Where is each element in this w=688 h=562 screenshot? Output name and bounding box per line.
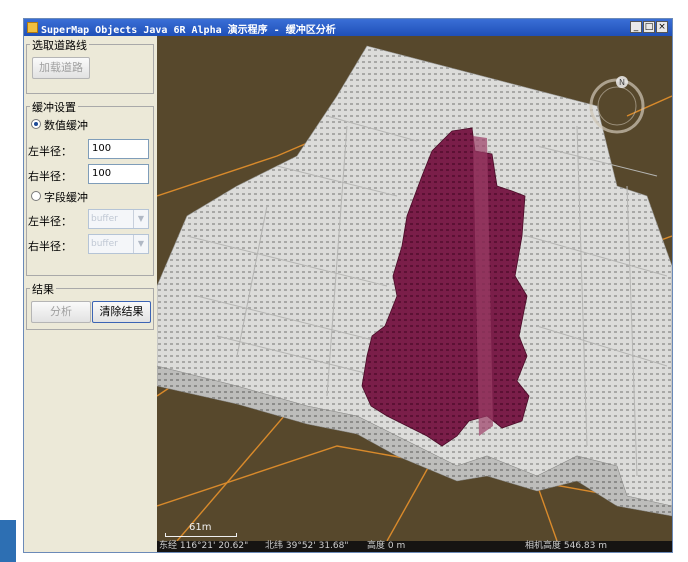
scale-bar: 61m	[165, 522, 237, 537]
camera-height-readout: 相机高度 546.83 m	[525, 541, 607, 551]
clear-results-button[interactable]: 清除结果	[92, 301, 151, 323]
field-left-radius-label: 左半径：	[28, 215, 72, 228]
field-buffer-radio[interactable]	[31, 191, 41, 201]
chevron-down-icon[interactable]: ▼	[133, 235, 148, 253]
field-right-radius-label: 右半径：	[28, 240, 72, 253]
field-right-radius-select[interactable]: buffer ▼	[88, 234, 149, 254]
compass-letter: N	[619, 78, 625, 87]
right-radius-input[interactable]: 100	[88, 164, 149, 184]
right-radius-label: 右半径：	[28, 170, 72, 183]
chevron-down-icon[interactable]: ▼	[133, 210, 148, 228]
left-radius-input[interactable]: 100	[88, 139, 149, 159]
left-radius-label: 左半径：	[28, 145, 72, 158]
scale-label: 61m	[189, 522, 212, 533]
taskbar-edge	[0, 520, 16, 562]
scale-bar-line	[165, 533, 237, 537]
numeric-buffer-radio[interactable]	[31, 119, 41, 129]
app-icon	[27, 22, 38, 33]
analyze-button[interactable]: 分析	[31, 301, 91, 323]
control-panel: 选取道路线 加载道路 缓冲设置 数值缓冲 左半径： 100 右半径： 100 字…	[24, 36, 156, 552]
longitude-readout: 东经 116°21' 20.62"	[159, 541, 249, 551]
result-group: 结果 分析 清除结果	[26, 281, 154, 330]
window-title: SuperMap Objects Java 6R Alpha 演示程序 - 缓冲…	[41, 25, 336, 36]
buffer-group-title: 缓冲设置	[30, 99, 78, 115]
road-group-title: 选取道路线	[30, 37, 89, 53]
3d-scene-viewport[interactable]: N 61m 东经 116°21' 20.62" 北纬 39°52' 31.68"…	[157, 36, 672, 552]
title-bar: SuperMap Objects Java 6R Alpha 演示程序 - 缓冲…	[24, 19, 672, 36]
field-right-radius-value: buffer	[91, 239, 118, 249]
application-window: SuperMap Objects Java 6R Alpha 演示程序 - 缓冲…	[23, 18, 673, 553]
latitude-readout: 北纬 39°52' 31.68"	[265, 541, 349, 551]
field-left-radius-select[interactable]: buffer ▼	[88, 209, 149, 229]
scene-canvas[interactable]: N	[157, 36, 672, 541]
coordinate-status-bar: 东经 116°21' 20.62" 北纬 39°52' 31.68" 高度 0 …	[157, 541, 672, 552]
close-button[interactable]: ×	[656, 21, 668, 33]
result-group-title: 结果	[30, 281, 56, 297]
minimize-button[interactable]: _	[630, 21, 642, 33]
road-selection-group: 选取道路线 加载道路	[26, 37, 154, 94]
maximize-button[interactable]: □	[643, 21, 655, 33]
buffer-settings-group: 缓冲设置 数值缓冲 左半径： 100 右半径： 100 字段缓冲 左半径： bu…	[26, 99, 154, 276]
altitude-readout: 高度 0 m	[367, 541, 406, 551]
field-buffer-label: 字段缓冲	[44, 191, 88, 204]
numeric-buffer-label: 数值缓冲	[44, 119, 88, 132]
load-road-button[interactable]: 加载道路	[32, 57, 90, 79]
field-left-radius-value: buffer	[91, 214, 118, 224]
